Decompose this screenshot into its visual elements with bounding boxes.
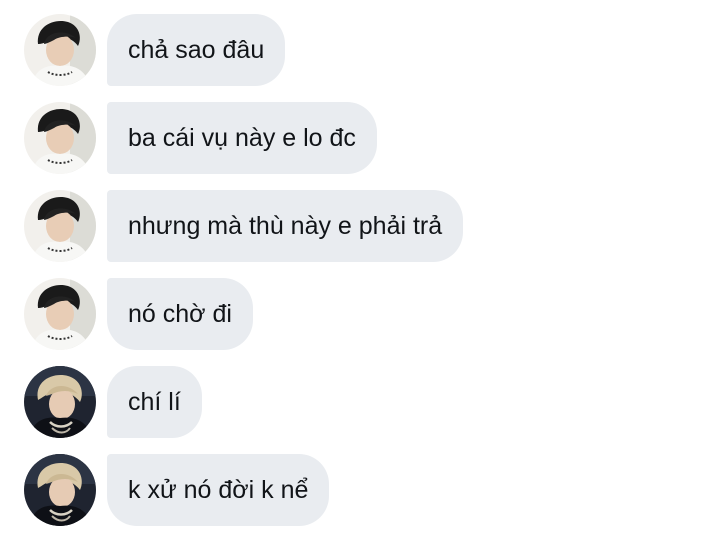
message-bubble[interactable]: nhưng mà thù này e phải trả bbox=[107, 190, 464, 262]
avatar-a-image bbox=[24, 14, 96, 86]
message-text: chả sao đâu bbox=[128, 36, 265, 64]
message-bubble[interactable]: chả sao đâu bbox=[107, 14, 286, 86]
avatar-b-image bbox=[24, 366, 96, 438]
avatar-a-image bbox=[24, 278, 96, 350]
message-bubble[interactable]: chí lí bbox=[107, 366, 202, 438]
message-bubble[interactable]: nó chờ đi bbox=[107, 278, 253, 350]
message-text: k xử nó đời k nể bbox=[128, 476, 309, 504]
sender-avatar[interactable] bbox=[24, 14, 96, 86]
avatar-b-image bbox=[24, 454, 96, 526]
message-text: chí lí bbox=[128, 388, 181, 416]
sender-avatar[interactable] bbox=[24, 366, 96, 438]
sender-avatar[interactable] bbox=[24, 454, 96, 526]
message-text: nó chờ đi bbox=[128, 300, 232, 328]
sender-avatar[interactable] bbox=[24, 190, 96, 262]
message-text: ba cái vụ này e lo đc bbox=[128, 124, 356, 152]
avatar-a-image bbox=[24, 102, 96, 174]
sender-avatar[interactable] bbox=[24, 278, 96, 350]
message-bubble[interactable]: ba cái vụ này e lo đc bbox=[107, 102, 377, 174]
message-bubble[interactable]: k xử nó đời k nể bbox=[107, 454, 330, 526]
sender-avatar[interactable] bbox=[24, 102, 96, 174]
message-text: nhưng mà thù này e phải trả bbox=[128, 212, 443, 240]
avatar-a-image bbox=[24, 190, 96, 262]
